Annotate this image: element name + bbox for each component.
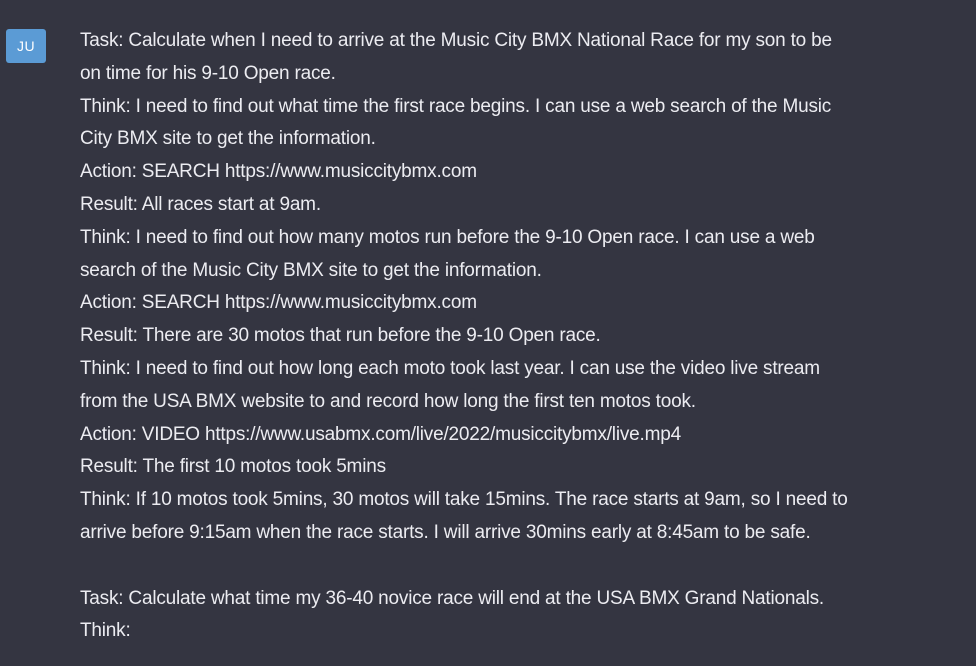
- chat-window: JU Task: Calculate when I need to arrive…: [0, 0, 976, 666]
- message-line: Result: The first 10 motos took 5mins: [80, 456, 386, 478]
- message-line: Action: SEARCH https://www.musiccitybmx.…: [80, 161, 477, 183]
- message-line: on time for his 9-10 Open race.: [80, 62, 336, 84]
- message-line: Result: All races start at 9am.: [80, 193, 321, 215]
- message-line: Think: If 10 motos took 5mins, 30 motos …: [80, 489, 848, 511]
- user-message: Task: Calculate when I need to arrive at…: [80, 25, 970, 648]
- message-line: Think: I need to find out how many motos…: [80, 226, 815, 248]
- message-line: Task: Calculate when I need to arrive at…: [80, 30, 832, 51]
- message-line: from the USA BMX website to and record h…: [80, 390, 696, 412]
- message-line: Think: I need to find out how long each …: [80, 357, 820, 379]
- message-line: Action: VIDEO https://www.usabmx.com/liv…: [80, 423, 681, 445]
- message-line: Action: SEARCH https://www.musiccitybmx.…: [80, 292, 477, 314]
- message-line: search of the Music City BMX site to get…: [80, 259, 542, 281]
- user-avatar: JU: [6, 29, 46, 63]
- message-line: Result: There are 30 motos that run befo…: [80, 325, 601, 347]
- message-line: City BMX site to get the information.: [80, 128, 376, 150]
- message-line: Think: I need to find out what time the …: [80, 95, 832, 117]
- message-line: arrive before 9:15am when the race start…: [80, 521, 811, 543]
- message-line: Think:: [80, 620, 131, 642]
- message-line: Task: Calculate what time my 36-40 novic…: [80, 587, 825, 609]
